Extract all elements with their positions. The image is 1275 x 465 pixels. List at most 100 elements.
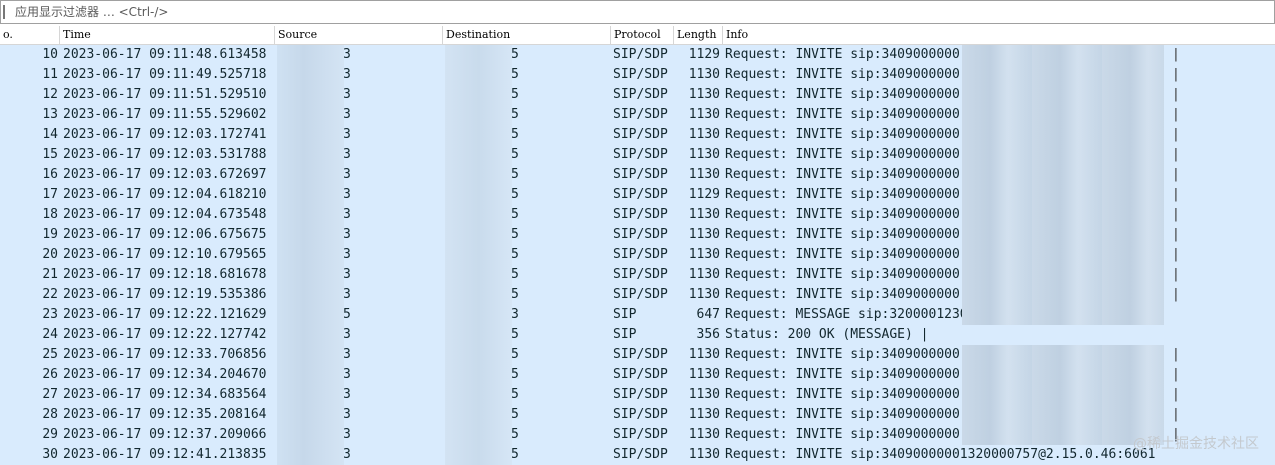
packet-protocol: SIP/SDP — [613, 267, 668, 282]
redacted-source — [277, 125, 344, 145]
bookmark-icon[interactable] — [3, 5, 11, 19]
display-filter-bar — [0, 0, 1275, 24]
packet-length: 1130 — [688, 167, 720, 182]
packet-time: 2023-06-17 09:12:03.672697 — [63, 167, 267, 182]
packet-time: 2023-06-17 09:12:19.535386 — [63, 287, 267, 302]
packet-protocol: SIP/SDP — [613, 227, 668, 242]
packet-row[interactable]: 27 2023-06-17 09:12:34.683564 3 5 SIP/SDP 113… — [0, 385, 1275, 405]
packet-length: 1130 — [688, 427, 720, 442]
column-header-protocol[interactable]: Protocol — [611, 26, 674, 44]
packet-protocol: SIP — [613, 307, 637, 322]
packet-row[interactable]: 17 2023-06-17 09:12:04.618210 3 5 SIP/SDP 112… — [0, 185, 1275, 205]
redacted-info — [962, 165, 1164, 185]
packet-number: 20 — [42, 247, 58, 262]
column-header-length[interactable]: Length — [674, 26, 723, 44]
info-tail: | — [1172, 387, 1180, 402]
info-tail: | — [1172, 147, 1180, 162]
redacted-source — [277, 285, 344, 305]
packet-length: 1130 — [688, 87, 720, 102]
redacted-destination — [445, 85, 512, 105]
packet-number: 13 — [42, 107, 58, 122]
redacted-destination — [445, 405, 512, 425]
packet-time: 2023-06-17 09:12:22.127742 — [63, 327, 267, 342]
packet-protocol: SIP/SDP — [613, 107, 668, 122]
redacted-source — [277, 365, 344, 385]
packet-number: 22 — [42, 287, 58, 302]
packet-length: 1130 — [688, 227, 720, 242]
packet-row[interactable]: 24 2023-06-17 09:12:22.127742 3 5 SIP 356 Stat… — [0, 325, 1275, 345]
packet-time: 2023-06-17 09:12:04.618210 — [63, 187, 267, 202]
packet-row[interactable]: 30 2023-06-17 09:12:41.213835 3 5 SIP/SDP 113… — [0, 445, 1275, 465]
redacted-destination — [445, 165, 512, 185]
info-tail: | — [1172, 267, 1180, 282]
packet-row[interactable]: 22 2023-06-17 09:12:19.535386 3 5 SIP/SDP 113… — [0, 285, 1275, 305]
watermark: @稀土掘金技术社区 — [1133, 436, 1259, 452]
redacted-source — [277, 145, 344, 165]
column-header-info[interactable]: Info — [723, 26, 1275, 44]
redacted-destination — [445, 225, 512, 245]
packet-row[interactable]: 12 2023-06-17 09:11:51.529510 3 5 SIP/SDP 113… — [0, 85, 1275, 105]
packet-number: 15 — [42, 147, 58, 162]
packet-row[interactable]: 16 2023-06-17 09:12:03.672697 3 5 SIP/SDP 113… — [0, 165, 1275, 185]
packet-row[interactable]: 23 2023-06-17 09:12:22.121629 5 3 SIP 647 Requ… — [0, 305, 1275, 325]
packet-length: 1130 — [688, 387, 720, 402]
packet-number: 18 — [42, 207, 58, 222]
packet-length: 1130 — [688, 147, 720, 162]
packet-row[interactable]: 15 2023-06-17 09:12:03.531788 3 5 SIP/SDP 113… — [0, 145, 1275, 165]
packet-protocol: SIP/SDP — [613, 67, 668, 82]
packet-protocol: SIP/SDP — [613, 407, 668, 422]
packet-number: 12 — [42, 87, 58, 102]
packet-number: 30 — [42, 447, 58, 462]
redacted-destination — [445, 105, 512, 125]
redacted-info — [962, 125, 1164, 145]
packet-number: 14 — [42, 127, 58, 142]
packet-time: 2023-06-17 09:12:03.531788 — [63, 147, 267, 162]
packet-length: 1129 — [688, 187, 720, 202]
redacted-destination — [445, 345, 512, 365]
packet-row[interactable]: 25 2023-06-17 09:12:33.706856 3 5 SIP/SDP 113… — [0, 345, 1275, 365]
packet-row[interactable]: 26 2023-06-17 09:12:34.204670 3 5 SIP/SDP 113… — [0, 365, 1275, 385]
column-header-source[interactable]: Source — [275, 26, 443, 44]
redacted-destination — [445, 125, 512, 145]
redacted-source — [277, 265, 344, 285]
packet-number: 24 — [42, 327, 58, 342]
packet-row[interactable]: 20 2023-06-17 09:12:10.679565 3 5 SIP/SDP 113… — [0, 245, 1275, 265]
packet-time: 2023-06-17 09:12:34.683564 — [63, 387, 267, 402]
packet-row[interactable]: 19 2023-06-17 09:12:06.675675 3 5 SIP/SDP 113… — [0, 225, 1275, 245]
packet-time: 2023-06-17 09:11:51.529510 — [63, 87, 267, 102]
redacted-source — [277, 105, 344, 125]
packet-row[interactable]: 28 2023-06-17 09:12:35.208164 3 5 SIP/SDP 113… — [0, 405, 1275, 425]
redacted-info — [962, 45, 1164, 65]
display-filter-input[interactable] — [11, 3, 1274, 21]
packet-row[interactable]: 13 2023-06-17 09:11:55.529602 3 5 SIP/SDP 113… — [0, 105, 1275, 125]
packet-length: 1130 — [688, 127, 720, 142]
packet-protocol: SIP/SDP — [613, 87, 668, 102]
packet-time: 2023-06-17 09:11:55.529602 — [63, 107, 267, 122]
packet-number: 23 — [42, 307, 58, 322]
packet-row[interactable]: 21 2023-06-17 09:12:18.681678 3 5 SIP/SDP 113… — [0, 265, 1275, 285]
packet-length: 1130 — [688, 447, 720, 462]
packet-length: 1130 — [688, 207, 720, 222]
info-tail: | — [1172, 107, 1180, 122]
packet-row[interactable]: 14 2023-06-17 09:12:03.172741 3 5 SIP/SDP 113… — [0, 125, 1275, 145]
packet-protocol: SIP/SDP — [613, 47, 668, 62]
packet-row[interactable]: 18 2023-06-17 09:12:04.673548 3 5 SIP/SDP 113… — [0, 205, 1275, 225]
packet-protocol: SIP/SDP — [613, 127, 668, 142]
column-header-time[interactable]: Time — [60, 26, 275, 44]
packet-row[interactable]: 29 2023-06-17 09:12:37.209066 3 5 SIP/SDP 113… — [0, 425, 1275, 445]
packet-protocol: SIP/SDP — [613, 187, 668, 202]
packet-row[interactable]: 11 2023-06-17 09:11:49.525718 3 5 SIP/SDP 113… — [0, 65, 1275, 85]
packet-number: 10 — [42, 47, 58, 62]
packet-time: 2023-06-17 09:11:49.525718 — [63, 67, 267, 82]
packet-time: 2023-06-17 09:11:48.613458 — [63, 47, 267, 62]
packet-time: 2023-06-17 09:12:35.208164 — [63, 407, 267, 422]
packet-protocol: SIP/SDP — [613, 167, 668, 182]
redacted-info — [962, 65, 1164, 85]
redacted-destination — [445, 45, 512, 65]
redacted-info — [962, 85, 1164, 105]
packet-row[interactable]: 10 2023-06-17 09:11:48.613458 3 5 SIP/SDP 112… — [0, 45, 1275, 65]
info-tail: | — [1172, 67, 1180, 82]
column-header-destination[interactable]: Destination — [443, 26, 611, 44]
packet-list-header: o. Time Source Destination Protocol Leng… — [0, 26, 1275, 45]
column-header-no[interactable]: o. — [0, 26, 60, 44]
